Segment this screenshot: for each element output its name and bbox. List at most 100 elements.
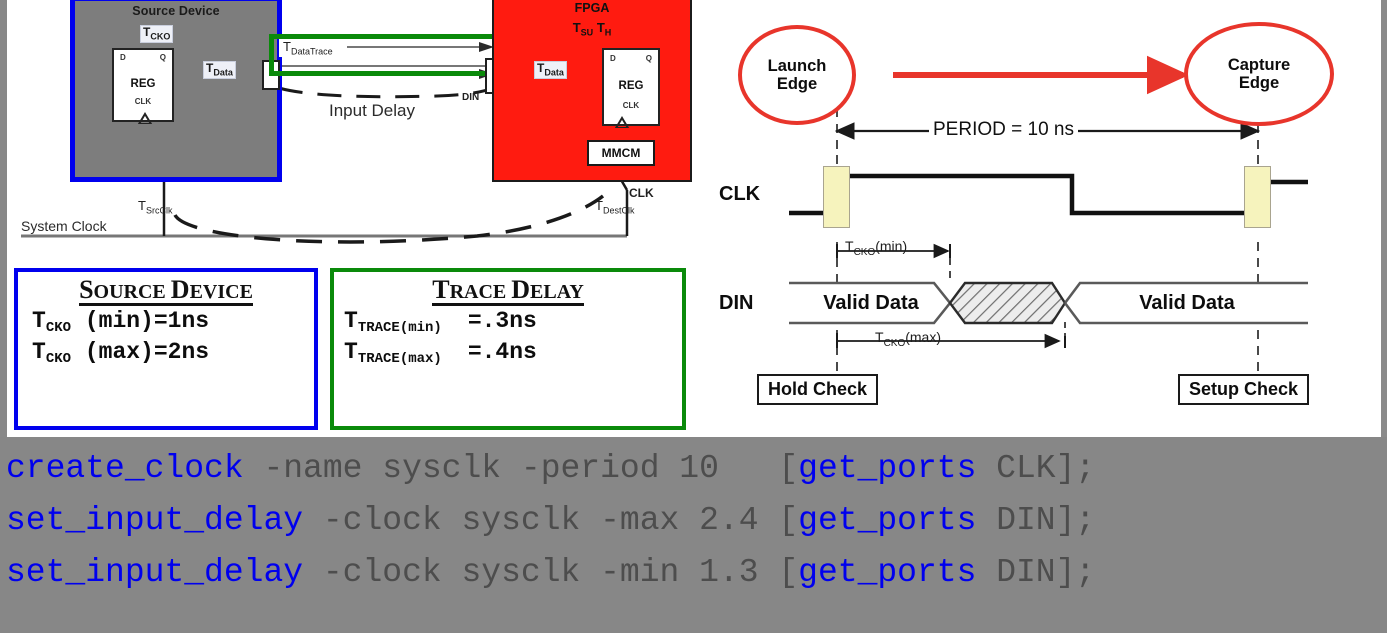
- tdata-subscript-source: Data: [213, 67, 233, 78]
- code-line-3: set_input_delay -clock sysclk -min 1.3 […: [0, 547, 1387, 599]
- source-device-title: Source Device: [132, 4, 220, 18]
- tsrcclk-label: TSrcClk: [138, 198, 172, 216]
- code-line-1-args: -name sysclk -period 10: [243, 450, 779, 487]
- sdc-code-block: create_clock -name sysclk -period 10 [ge…: [0, 437, 1387, 633]
- tcko-max-symbol: T: [875, 329, 884, 345]
- code-line-3-getports: get_ports: [798, 554, 977, 591]
- source-legend-title-ource: OURCE: [93, 281, 171, 303]
- timing-diagram: Launch Edge Capture Edge PERIOD = 10 ns …: [697, 0, 1381, 437]
- trace-legend-title-elay: ELAY: [530, 281, 584, 303]
- source-min-expression: (min)=1ns: [71, 308, 210, 335]
- code-line-3-command: set_input_delay: [6, 554, 304, 591]
- right-gutter: [1381, 0, 1387, 437]
- code-line-1-port: CLK];: [976, 450, 1096, 487]
- code-line-3-open-bracket: [: [778, 554, 799, 591]
- tdatatrace-symbol: T: [283, 39, 291, 54]
- source-max-expression: (max)=2ns: [71, 338, 210, 365]
- din-label: DIN: [462, 92, 480, 103]
- trace-min-symbol: T: [344, 308, 358, 335]
- tsu-symbol: T: [572, 20, 581, 35]
- tdata-badge-source: TData: [203, 61, 236, 79]
- trace-max-subscript: TRACE(max): [357, 350, 442, 367]
- system-clock-label: System Clock: [21, 218, 107, 234]
- launch-clock-edge-highlight: [823, 166, 850, 228]
- fpga-setup-hold-label: TSU TH: [494, 20, 690, 38]
- code-line-1-getports: get_ports: [798, 450, 977, 487]
- source-legend-title-s: S: [79, 275, 94, 304]
- valid-data-left: Valid Data: [823, 292, 919, 314]
- source-legend-title-evice: EVICE: [189, 281, 253, 303]
- capture-edge-text: Capture Edge: [1228, 56, 1290, 93]
- tcko-min-symbol: T: [845, 238, 854, 254]
- trace-delay-legend: TRACE DELAY TTRACE(min) =.3ns TTRACE(max)…: [330, 268, 686, 430]
- period-label: PERIOD = 10 ns: [929, 119, 1078, 141]
- trace-legend-title-d: D: [511, 275, 531, 304]
- trace-legend-title-wrap: TRACE DELAY: [334, 272, 682, 307]
- din-signal-label: DIN: [719, 292, 754, 314]
- trace-legend-row-min: TTRACE(min) =.3ns: [334, 306, 682, 336]
- clk-signal-label: CLK: [719, 183, 761, 205]
- capture-edge-node: Capture Edge: [1184, 22, 1334, 126]
- source-max-subscript: CKO: [45, 350, 72, 367]
- mmcm-block: MMCM: [587, 140, 655, 166]
- left-gutter: [0, 0, 7, 437]
- tdatatrace-label: TDataTrace: [279, 39, 337, 57]
- source-legend-title: SOURCE DEVICE: [79, 275, 253, 307]
- launch-edge-node: Launch Edge: [738, 25, 856, 125]
- source-device-box: Source Device: [70, 0, 282, 182]
- tdata-badge-fpga: TData: [534, 61, 567, 79]
- code-line-3-args: -clock sysclk -min 1.3: [303, 554, 779, 591]
- tdatatrace-subscript: DataTrace: [290, 46, 333, 57]
- tcko-max-annotation: TCKO(max): [875, 329, 941, 349]
- source-legend-title-wrap: SOURCE DEVICE: [18, 272, 314, 307]
- th-symbol: T: [596, 20, 605, 35]
- screenshot-root: Source Device TCKO D Q REG CLK TData TDa…: [0, 0, 1387, 633]
- tsu-subscript: SU: [580, 27, 594, 38]
- trace-legend-title: TRACE DELAY: [432, 275, 584, 307]
- code-line-2-command: set_input_delay: [6, 502, 304, 539]
- tcko-min-annotation: TCKO(min): [845, 238, 907, 258]
- capture-clock-edge-highlight: [1244, 166, 1271, 228]
- code-line-2-open-bracket: [: [778, 502, 799, 539]
- capture-edge-line1: Capture: [1227, 55, 1291, 74]
- trace-min-subscript: TRACE(min): [357, 320, 442, 337]
- launch-edge-text: Launch Edge: [768, 57, 827, 94]
- tcko-max-subscript: CKO: [883, 337, 906, 349]
- source-max-symbol: T: [32, 338, 46, 365]
- fpga-title: FPGA: [574, 1, 610, 15]
- th-subscript: H: [604, 27, 612, 38]
- block-diagram: Source Device TCKO D Q REG CLK TData TDa…: [7, 0, 697, 262]
- trace-max-symbol: T: [344, 338, 358, 365]
- code-line-2-port: DIN];: [976, 502, 1096, 539]
- code-line-3-port: DIN];: [976, 554, 1096, 591]
- code-line-2-getports: get_ports: [798, 502, 977, 539]
- setup-check-box: Setup Check: [1178, 374, 1310, 405]
- code-line-1-command: create_clock: [6, 450, 244, 487]
- trace-legend-row-max: TTRACE(max) =.4ns: [334, 337, 682, 367]
- tdestclk-symbol: T: [595, 198, 603, 213]
- tcko-badge: TCKO: [140, 25, 174, 43]
- trace-legend-title-t: T: [432, 275, 450, 304]
- trace-max-expression: =.4ns: [467, 338, 537, 365]
- launch-edge-line2: Edge: [776, 75, 818, 93]
- tcko-min-subscript: CKO: [853, 246, 876, 258]
- source-legend-row-max: TCKO (max)=2ns: [18, 337, 314, 367]
- valid-data-right: Valid Data: [1139, 292, 1235, 314]
- source-legend-title-d: D: [170, 275, 190, 304]
- code-line-1: create_clock -name sysclk -period 10 [ge…: [0, 443, 1387, 495]
- capture-edge-line2: Edge: [1238, 74, 1280, 92]
- source-legend-row-min: TCKO (min)=1ns: [18, 306, 314, 336]
- code-line-1-open-bracket: [: [778, 450, 799, 487]
- input-delay-label: Input Delay: [329, 101, 415, 120]
- code-line-2: set_input_delay -clock sysclk -max 2.4 […: [0, 495, 1387, 547]
- tdestclk-subscript: DestClk: [602, 205, 635, 216]
- trace-legend-title-race: RACE: [449, 281, 512, 303]
- tcko-max-tail: (max): [905, 329, 942, 345]
- trace-min-expression: =.3ns: [467, 308, 537, 335]
- source-reg-clk-triangle: [137, 112, 153, 124]
- tcko-subscript: CKO: [150, 31, 171, 42]
- tdata-subscript-fpga: Data: [544, 67, 564, 78]
- fpga-reg-clk-triangle: [614, 116, 630, 128]
- fpga-reg: D Q REG CLK: [602, 48, 660, 128]
- source-device-legend: SOURCE DEVICE TCKO (min)=1ns TCKO (max)=…: [14, 268, 318, 430]
